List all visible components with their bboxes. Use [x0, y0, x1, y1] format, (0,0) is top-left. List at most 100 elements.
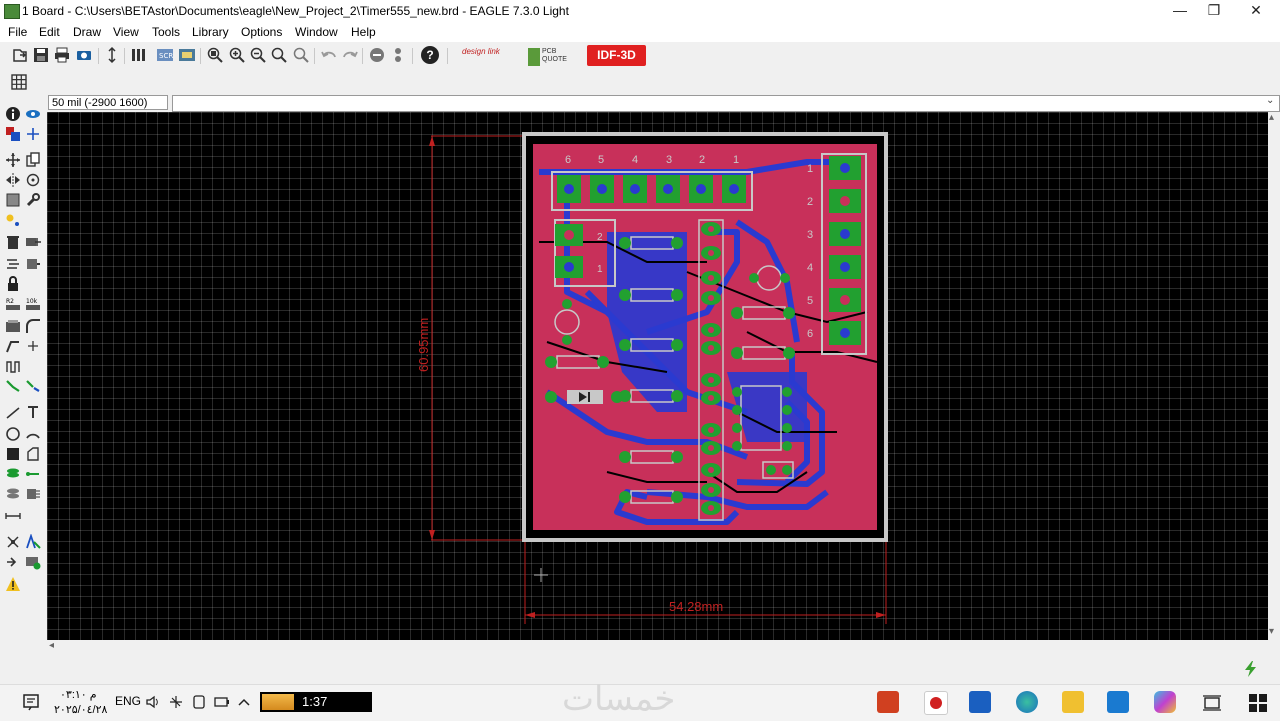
- ripup-icon[interactable]: [25, 378, 41, 394]
- rotate-icon[interactable]: [25, 172, 41, 188]
- horizontal-scrollbar[interactable]: ◂: [47, 640, 1268, 654]
- hole-icon[interactable]: [5, 486, 21, 502]
- layers-icon[interactable]: [130, 46, 148, 64]
- scroll-left-icon[interactable]: ◂: [49, 640, 54, 651]
- copy-icon[interactable]: [25, 152, 41, 168]
- zoom-fit-icon[interactable]: [206, 46, 224, 64]
- powerpoint-icon[interactable]: [877, 691, 899, 713]
- mail-icon[interactable]: [1107, 691, 1129, 713]
- show-eye-icon[interactable]: [25, 106, 41, 122]
- print-icon[interactable]: [53, 46, 71, 64]
- designlink-button[interactable]: design link: [462, 48, 506, 66]
- signal-icon[interactable]: [25, 466, 41, 482]
- command-history-dropdown-icon[interactable]: ⌄: [1266, 95, 1274, 106]
- zoom-out-icon[interactable]: [249, 46, 267, 64]
- go-icon[interactable]: [389, 46, 407, 64]
- ulp-icon[interactable]: [178, 46, 196, 64]
- name-icon[interactable]: R2: [5, 296, 21, 312]
- language-indicator[interactable]: ENG: [115, 694, 141, 708]
- info-icon[interactable]: [5, 106, 21, 122]
- menu-help[interactable]: Help: [351, 25, 376, 39]
- open-icon[interactable]: [11, 46, 29, 64]
- move-icon[interactable]: [5, 152, 21, 168]
- rect-icon[interactable]: [5, 446, 21, 462]
- text-icon[interactable]: [25, 404, 41, 420]
- start-icon[interactable]: [1248, 693, 1268, 713]
- clock-date[interactable]: ۲۰۲۵/۰٤/۲۸: [54, 703, 107, 716]
- device-icon[interactable]: [192, 694, 206, 710]
- cam-icon[interactable]: [75, 46, 93, 64]
- stop-icon[interactable]: [368, 46, 386, 64]
- erc-icon[interactable]: [25, 554, 41, 570]
- redo-icon[interactable]: [341, 46, 359, 64]
- replace-icon[interactable]: [25, 256, 41, 272]
- help-icon[interactable]: ?: [421, 46, 439, 64]
- drc-icon[interactable]: [5, 554, 21, 570]
- mark-icon[interactable]: [25, 126, 41, 142]
- scroll-up-icon[interactable]: ▴: [1269, 112, 1274, 123]
- zoom-in-icon[interactable]: [228, 46, 246, 64]
- switch-icon[interactable]: [103, 46, 121, 64]
- autorouter-icon[interactable]: [25, 534, 41, 550]
- menu-library[interactable]: Library: [192, 25, 229, 39]
- undo-icon[interactable]: [320, 46, 338, 64]
- save-icon[interactable]: [32, 46, 50, 64]
- script-icon[interactable]: SCR: [156, 46, 174, 64]
- lock-icon[interactable]: [5, 276, 21, 292]
- scroll-down-icon[interactable]: ▾: [1269, 626, 1274, 637]
- dimension-icon[interactable]: [5, 508, 21, 524]
- circle-icon[interactable]: [5, 426, 21, 442]
- speaker-icon[interactable]: [145, 694, 161, 710]
- copilot-icon[interactable]: [1154, 691, 1176, 713]
- board-canvas[interactable]: 60.95mm 54.28mm 6 5 4 3 2 1 1 2 3 4 5 6 …: [47, 112, 1268, 640]
- file-explorer-icon[interactable]: [1062, 691, 1084, 713]
- grid-icon[interactable]: [11, 74, 27, 90]
- menu-view[interactable]: View: [113, 25, 139, 39]
- chevron-up-icon[interactable]: [237, 695, 251, 709]
- menu-window[interactable]: Window: [295, 25, 338, 39]
- idf3d-button[interactable]: IDF-3D: [587, 45, 646, 66]
- zoom-select-icon[interactable]: [292, 46, 310, 64]
- arc-icon[interactable]: [25, 426, 41, 442]
- display-icon[interactable]: [5, 126, 21, 142]
- media-progress-widget[interactable]: 1:37: [260, 692, 372, 712]
- polygon-icon[interactable]: [25, 446, 41, 462]
- network-icon[interactable]: [168, 694, 184, 710]
- eagle-taskbar-icon[interactable]: [924, 691, 948, 715]
- miter-icon[interactable]: [25, 318, 41, 334]
- route-icon[interactable]: [5, 378, 21, 394]
- task-view-icon[interactable]: [1202, 693, 1222, 713]
- ratsnest-icon[interactable]: [5, 534, 21, 550]
- notification-icon[interactable]: [22, 693, 40, 711]
- menu-options[interactable]: Options: [241, 25, 282, 39]
- split-icon[interactable]: [5, 338, 21, 354]
- paste-icon[interactable]: [5, 212, 21, 228]
- clock-time[interactable]: م ۰۳:۱۰: [60, 688, 97, 701]
- go-arrow-icon[interactable]: [1242, 660, 1260, 678]
- zoom-redraw-icon[interactable]: [270, 46, 288, 64]
- menu-edit[interactable]: Edit: [39, 25, 60, 39]
- mirror-icon[interactable]: [5, 172, 21, 188]
- command-line-input[interactable]: [172, 95, 1280, 112]
- errors-warning-icon[interactable]: [5, 576, 21, 592]
- via-icon[interactable]: [5, 466, 21, 482]
- meander-icon[interactable]: [5, 358, 21, 374]
- pcbquote-button[interactable]: PCB QUOTE: [528, 48, 568, 66]
- close-button[interactable]: ✕: [1236, 0, 1276, 22]
- change-icon[interactable]: [5, 256, 21, 272]
- value-icon[interactable]: 10k: [25, 296, 41, 312]
- group-icon[interactable]: [5, 192, 21, 208]
- battery-icon[interactable]: [214, 695, 230, 709]
- edge-icon[interactable]: [1016, 691, 1038, 713]
- restore-button[interactable]: ❐: [1194, 0, 1234, 22]
- optimize-icon[interactable]: [25, 338, 41, 354]
- menu-file[interactable]: File: [8, 25, 27, 39]
- add-icon[interactable]: [25, 234, 41, 250]
- smash-icon[interactable]: [5, 318, 21, 334]
- wire-icon[interactable]: [5, 404, 21, 420]
- attribute-icon[interactable]: [25, 486, 41, 502]
- menu-tools[interactable]: Tools: [152, 25, 180, 39]
- vertical-scrollbar[interactable]: ▴ ▾: [1268, 112, 1280, 640]
- store-icon[interactable]: [969, 691, 991, 713]
- menu-draw[interactable]: Draw: [73, 25, 101, 39]
